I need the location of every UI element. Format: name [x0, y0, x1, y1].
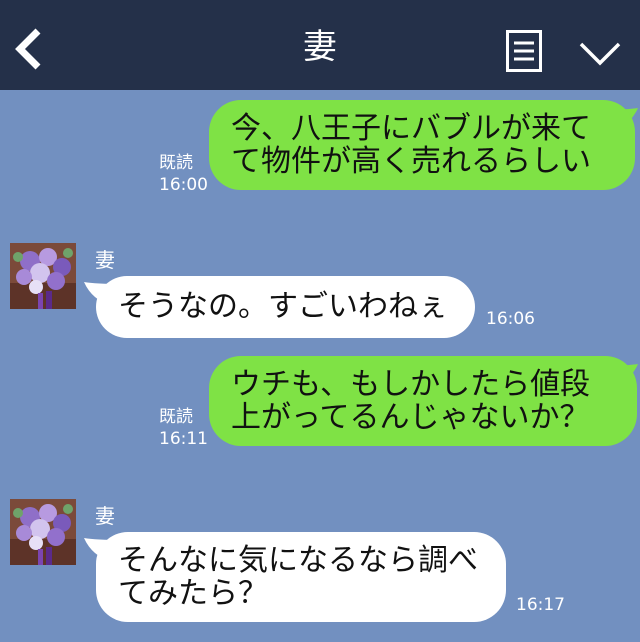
dropdown-button[interactable] [578, 40, 622, 68]
message-bubble[interactable]: そうなの。すごいわねぇ [96, 276, 475, 338]
chevron-down-icon [579, 42, 621, 66]
message-bubble[interactable]: 今、八王子にバブルが来て て物件が高く売れるらしい [209, 100, 635, 190]
flower-bouquet-avatar [10, 499, 76, 565]
message-line: 上がってるんじゃないか？ [231, 400, 590, 435]
message-line: ウチも、もしかしたら値段 [231, 367, 591, 402]
read-label: 既読 [159, 153, 193, 173]
message-meta: 既読 16:11 [159, 406, 208, 450]
avatar[interactable] [10, 499, 76, 565]
timestamp: 16:17 [516, 595, 565, 615]
avatar[interactable] [10, 243, 76, 309]
message-line: そんなに気になるなら調べ [118, 543, 478, 578]
chat-header: 妻 [0, 0, 640, 90]
message-meta: 既読 16:00 [159, 152, 208, 196]
timestamp: 16:06 [486, 309, 535, 329]
timestamp: 16:00 [159, 175, 208, 195]
read-label: 既読 [159, 407, 193, 427]
message-line: てみたら？ [118, 576, 268, 611]
message-line: て物件が高く売れるらしい [231, 144, 591, 179]
message-line: そうなの。すごいわねぇ [118, 289, 448, 324]
timestamp: 16:11 [159, 429, 208, 449]
sender-name: 妻 [95, 504, 115, 528]
flower-bouquet-avatar [10, 243, 76, 309]
menu-button[interactable] [506, 30, 542, 72]
menu-list-icon [506, 30, 542, 72]
chat-title: 妻 [303, 27, 337, 67]
message-line: 今、八王子にバブルが来て [231, 111, 591, 146]
message-bubble[interactable]: ウチも、もしかしたら値段 上がってるんじゃないか？ [209, 356, 637, 446]
message-bubble[interactable]: そんなに気になるなら調べ てみたら？ [96, 532, 506, 622]
sender-name: 妻 [95, 248, 115, 272]
